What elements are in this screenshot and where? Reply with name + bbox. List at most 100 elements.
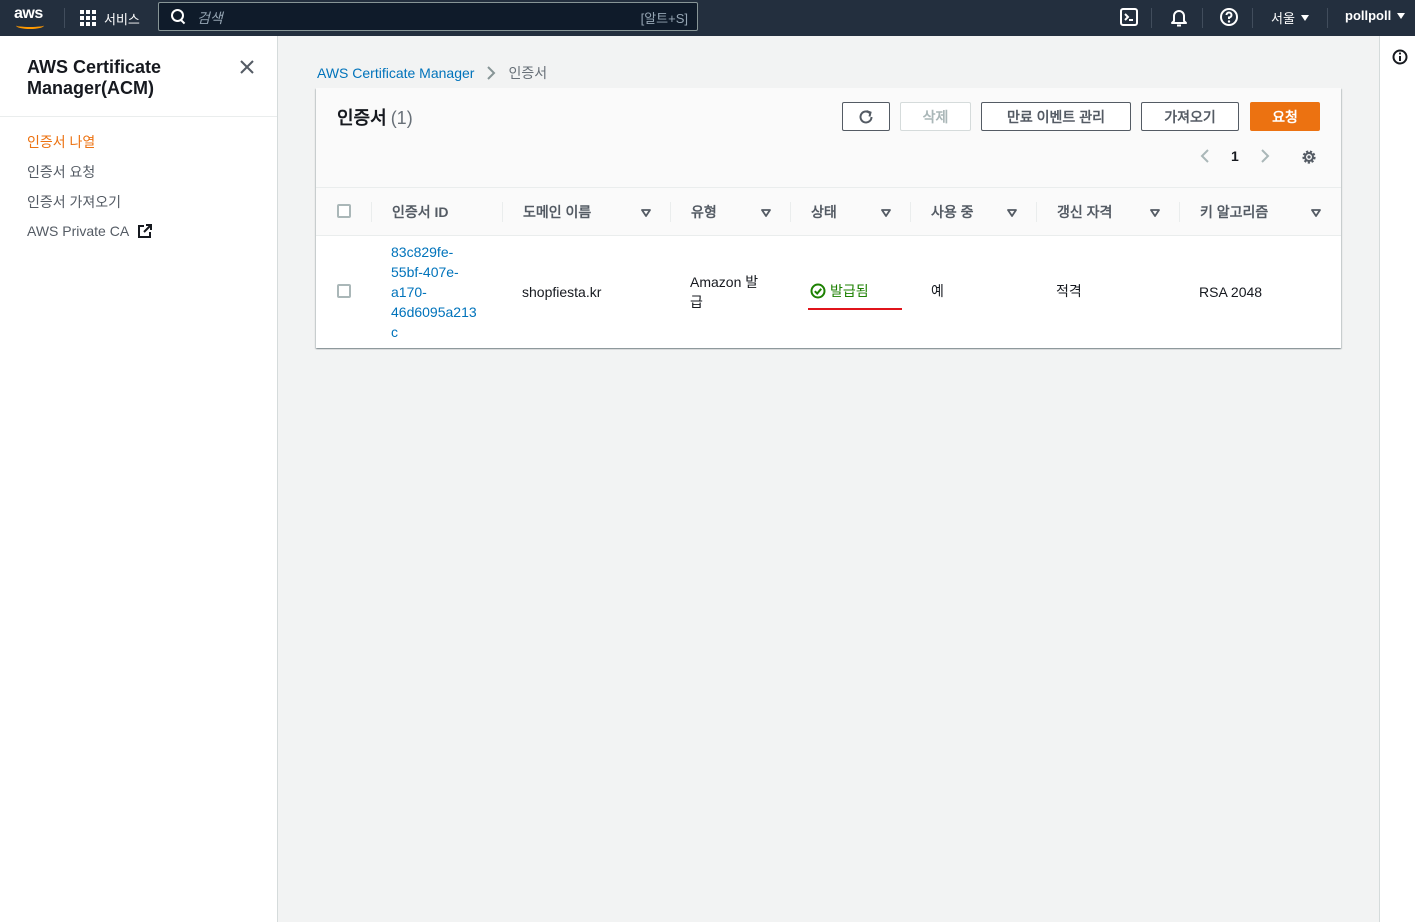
status-text: 발급됨 (830, 283, 869, 299)
certificate-id-line: 83c829fe- (391, 244, 454, 260)
column-header-key-algorithm[interactable]: 키 알고리즘 (1200, 188, 1268, 236)
nav-divider (64, 8, 65, 28)
breadcrumb: AWS Certificate Manager 인증서 (317, 63, 547, 83)
type-line: 급 (690, 294, 703, 310)
panel-title-text: 인증서 (337, 108, 387, 128)
external-link-icon (138, 224, 153, 238)
search-input[interactable]: 검색 [알트+S] (158, 2, 698, 31)
certificate-id-line: c (391, 324, 398, 340)
column-header-domain-name[interactable]: 도메인 이름 (523, 188, 591, 236)
grid-icon (80, 10, 96, 26)
delete-button[interactable]: 삭제 (900, 102, 971, 131)
renewal-eligibility-cell: 적격 (1056, 283, 1082, 299)
column-separator (502, 202, 503, 222)
domain-name-cell: shopfiesta.kr (522, 284, 602, 300)
pagination: 1 (1197, 144, 1273, 168)
column-header-in-use[interactable]: 사용 중 (931, 188, 974, 236)
breadcrumb-current: 인증서 (508, 65, 548, 81)
aws-smile-icon (16, 22, 44, 29)
column-label: 키 알고리즘 (1200, 204, 1269, 220)
account-label: pollpoll (1345, 8, 1392, 23)
refresh-icon (859, 109, 873, 123)
panel-title-count: (1) (390, 108, 413, 128)
sort-caret-icon[interactable] (761, 209, 771, 217)
bell-icon[interactable] (1169, 7, 1189, 27)
close-icon[interactable] (238, 58, 256, 76)
caret-down-icon (1300, 14, 1309, 21)
region-label: 서울 (1271, 11, 1295, 26)
sort-caret-icon[interactable] (641, 209, 651, 217)
in-use-cell: 예 (931, 283, 944, 299)
refresh-button[interactable] (842, 102, 890, 131)
column-header-certificate-id[interactable]: 인증서 ID (392, 188, 449, 236)
panel-title: 인증서 (1) (337, 104, 413, 130)
certificate-id-line: 46d6095a213 (391, 304, 477, 320)
nav-divider (1202, 8, 1203, 28)
breadcrumb-root-link[interactable]: AWS Certificate Manager (317, 65, 474, 81)
aws-logo[interactable]: aws (14, 5, 48, 31)
table-row: 83c829fe- 55bf-407e- a170- 46d6095a213 c… (316, 236, 1341, 346)
column-header-renewal-eligibility[interactable]: 갱신 자격 (1057, 188, 1112, 236)
search-shortcut-hint: [알트+S] (640, 11, 688, 26)
sidebar-item-import-certificate[interactable]: 인증서 가져오기 (27, 192, 121, 212)
column-header-status[interactable]: 상태 (811, 188, 837, 236)
nav-divider (1151, 8, 1152, 28)
column-separator (910, 202, 911, 222)
chevron-left-icon[interactable] (1197, 147, 1213, 165)
chevron-right-icon (487, 66, 496, 80)
sidebar-title: AWS Certificate Manager(ACM) (27, 57, 162, 98)
tools-panel-strip (1379, 36, 1415, 922)
info-icon[interactable] (1392, 49, 1408, 65)
row-select-checkbox[interactable] (337, 284, 351, 298)
sidebar-item-label: 인증서 나열 (27, 134, 96, 150)
manage-expiry-events-button[interactable]: 만료 이벤트 관리 (981, 102, 1131, 131)
type-line: Amazon 발 (690, 274, 759, 290)
column-separator (1179, 202, 1180, 222)
select-all-checkbox[interactable] (337, 204, 351, 218)
status-badge: 발급됨 (810, 281, 869, 301)
check-circle-icon (810, 283, 826, 299)
sort-caret-icon[interactable] (1150, 209, 1160, 217)
sidebar-item-request-certificate[interactable]: 인증서 요청 (27, 162, 95, 182)
sidebar-item-label: 인증서 요청 (27, 164, 96, 180)
certificate-id-line: 55bf-407e- (391, 264, 459, 280)
sort-caret-icon[interactable] (881, 209, 891, 217)
column-header-type[interactable]: 유형 (691, 188, 717, 236)
page-number[interactable]: 1 (1231, 148, 1239, 164)
help-icon[interactable] (1219, 7, 1239, 27)
services-label: 서비스 (104, 11, 140, 27)
table-header: 인증서 ID 도메인 이름 유형 상태 사용 중 갱신 자격 키 알고리즘 (316, 188, 1341, 236)
sort-caret-icon[interactable] (1007, 209, 1017, 217)
column-separator (790, 202, 791, 222)
sidebar-divider (0, 116, 277, 117)
cloudshell-icon[interactable] (1119, 7, 1139, 27)
certificate-id-link[interactable]: 83c829fe- 55bf-407e- a170- 46d6095a213 c (391, 242, 477, 342)
column-label: 상태 (811, 204, 837, 220)
nav-divider (1252, 8, 1253, 28)
sort-caret-icon[interactable] (1311, 209, 1321, 217)
sidebar-item-label: AWS Private CA (27, 223, 130, 239)
gear-icon[interactable] (1300, 148, 1318, 166)
sidebar: AWS Certificate Manager(ACM) 인증서 나열 인증서 … (0, 36, 278, 922)
column-separator (670, 202, 671, 222)
column-label: 사용 중 (931, 204, 974, 220)
column-label: 갱신 자격 (1057, 204, 1113, 220)
panel-header: 인증서 (1) 삭제 만료 이벤트 관리 가져오기 요청 1 (316, 88, 1341, 188)
sidebar-item-private-ca[interactable]: AWS Private CA (27, 223, 153, 239)
aws-logo-text: aws (14, 5, 43, 22)
nav-divider (1327, 8, 1328, 28)
type-cell: Amazon 발 급 (690, 272, 758, 312)
request-button[interactable]: 요청 (1250, 102, 1320, 131)
services-menu-button[interactable]: 서비스 (80, 8, 140, 28)
search-icon (171, 9, 185, 23)
column-separator (371, 202, 372, 222)
chevron-right-icon[interactable] (1257, 147, 1273, 165)
certificates-panel: 인증서 (1) 삭제 만료 이벤트 관리 가져오기 요청 1 인증서 ID 도메… (316, 88, 1341, 348)
region-selector[interactable]: 서울 (1271, 8, 1309, 27)
column-separator (1036, 202, 1037, 222)
import-button[interactable]: 가져오기 (1141, 102, 1239, 131)
sidebar-item-list-certificates[interactable]: 인증서 나열 (27, 132, 95, 152)
column-label: 인증서 ID (392, 204, 449, 220)
key-algorithm-cell: RSA 2048 (1199, 284, 1263, 300)
account-menu[interactable]: pollpoll (1345, 8, 1406, 23)
